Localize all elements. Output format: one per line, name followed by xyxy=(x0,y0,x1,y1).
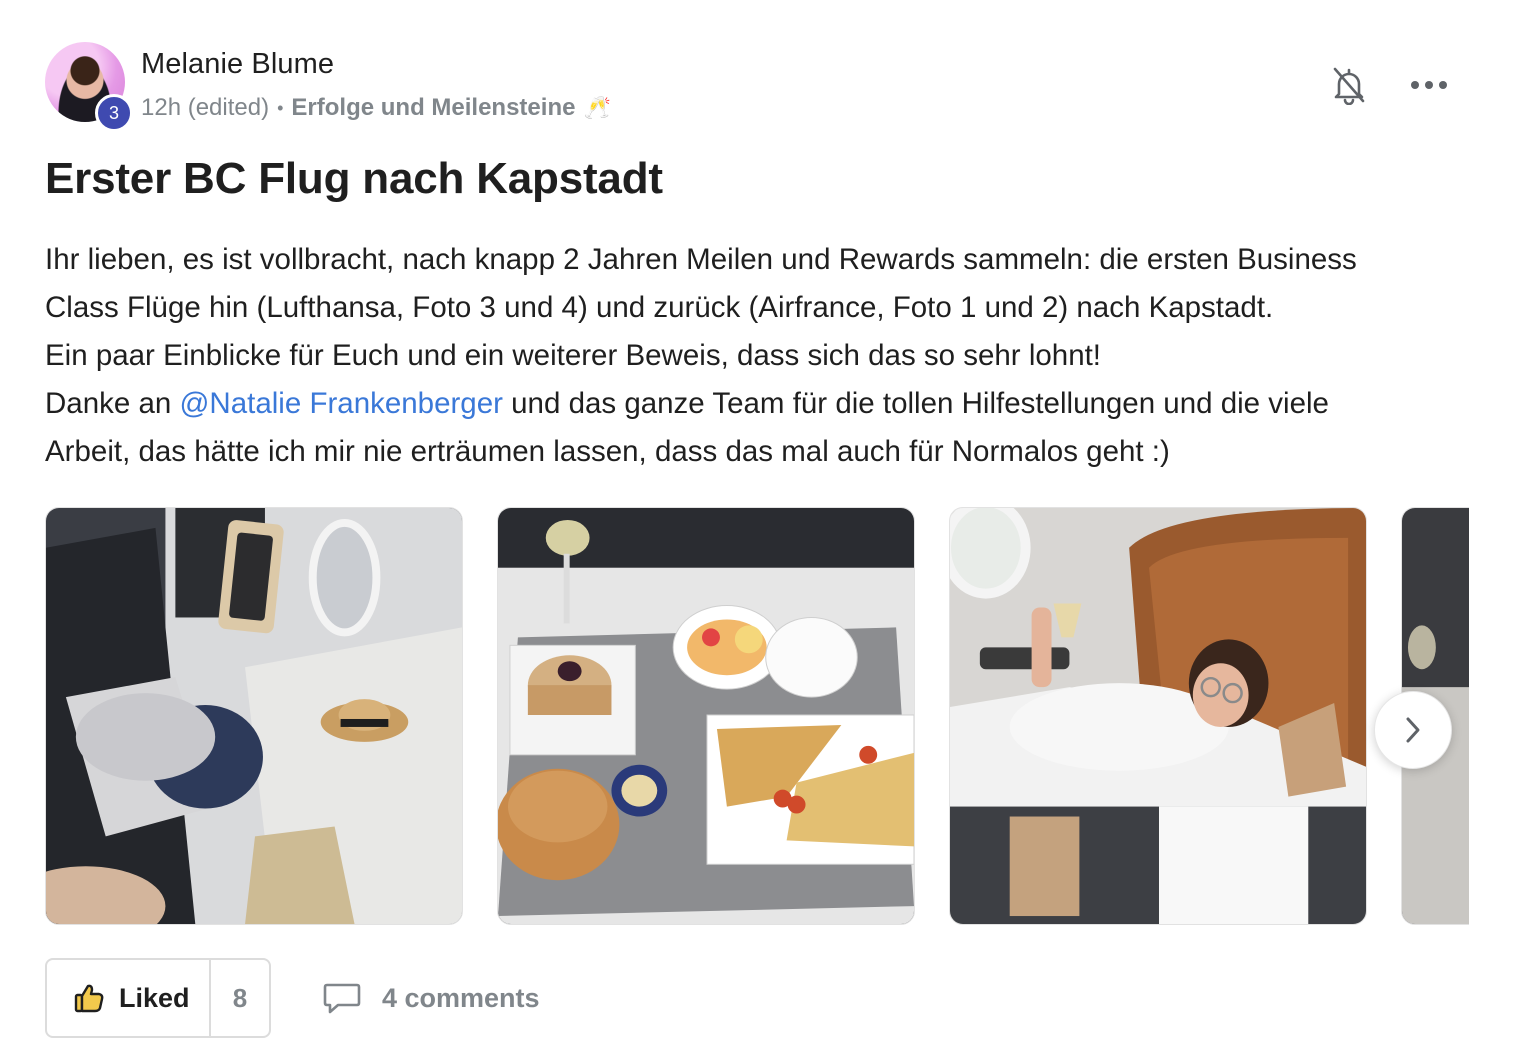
post-card: 3 Melanie Blume 12h (edited) • Erfolge u… xyxy=(0,0,1528,1062)
comments-button[interactable]: 4 comments xyxy=(322,976,540,1020)
post-time: 12h (edited) xyxy=(141,94,270,121)
passenger-toast-photo xyxy=(950,508,1366,924)
body-line: Arbeit, das hätte ich mir nie erträumen … xyxy=(45,435,1170,468)
airplane-seat-photo xyxy=(46,508,462,924)
notifications-button[interactable] xyxy=(1326,62,1372,108)
chevron-right-icon xyxy=(1406,717,1420,743)
author-avatar-group[interactable]: 3 xyxy=(45,42,133,132)
body-line: Ihr lieben, es ist vollbracht, nach knap… xyxy=(45,243,1357,276)
more-horizontal-icon xyxy=(1411,81,1447,89)
like-label: Liked xyxy=(119,982,190,1013)
user-mention-link[interactable]: @Natalie Frankenberger xyxy=(179,387,502,420)
post-meta: 12h (edited) • Erfolge und Meilensteine … xyxy=(141,94,611,122)
body-line: Ein paar Einblicke für Euch und ein weit… xyxy=(45,339,1101,372)
author-name[interactable]: Melanie Blume xyxy=(141,48,334,81)
more-options-button[interactable] xyxy=(1406,64,1452,106)
body-line: Danke an @Natalie Frankenberger und das … xyxy=(45,380,1485,428)
comments-label: 4 comments xyxy=(382,982,540,1013)
level-badge: 3 xyxy=(95,94,133,132)
bell-off-icon xyxy=(1333,67,1365,105)
body-text: und das ganze Team für die tollen Hilfes… xyxy=(502,387,1329,420)
gallery-photo-3[interactable] xyxy=(949,507,1367,925)
space-link[interactable]: Erfolge und Meilensteine xyxy=(291,94,575,122)
like-control: Liked 8 xyxy=(45,958,271,1038)
meta-separator: • xyxy=(277,97,284,118)
body-text: Danke an xyxy=(45,387,180,420)
thumbs-up-icon xyxy=(74,984,104,1013)
post-title: Erster BC Flug nach Kapstadt xyxy=(45,154,663,203)
space-emoji: 🥂 xyxy=(583,95,611,120)
gallery-photo-2[interactable] xyxy=(497,507,915,925)
post-body: Ihr lieben, es ist vollbracht, nach knap… xyxy=(45,236,1485,476)
gallery-next-button[interactable] xyxy=(1374,691,1452,769)
airplane-meal-photo xyxy=(498,508,914,924)
like-count-button[interactable]: 8 xyxy=(209,960,269,1036)
body-line: Class Flüge hin (Lufthansa, Foto 3 und 4… xyxy=(45,291,1274,324)
gallery-photo-1[interactable] xyxy=(45,507,463,925)
comment-icon xyxy=(323,983,361,1014)
image-gallery xyxy=(45,507,1469,925)
like-button[interactable]: Liked xyxy=(47,960,209,1036)
